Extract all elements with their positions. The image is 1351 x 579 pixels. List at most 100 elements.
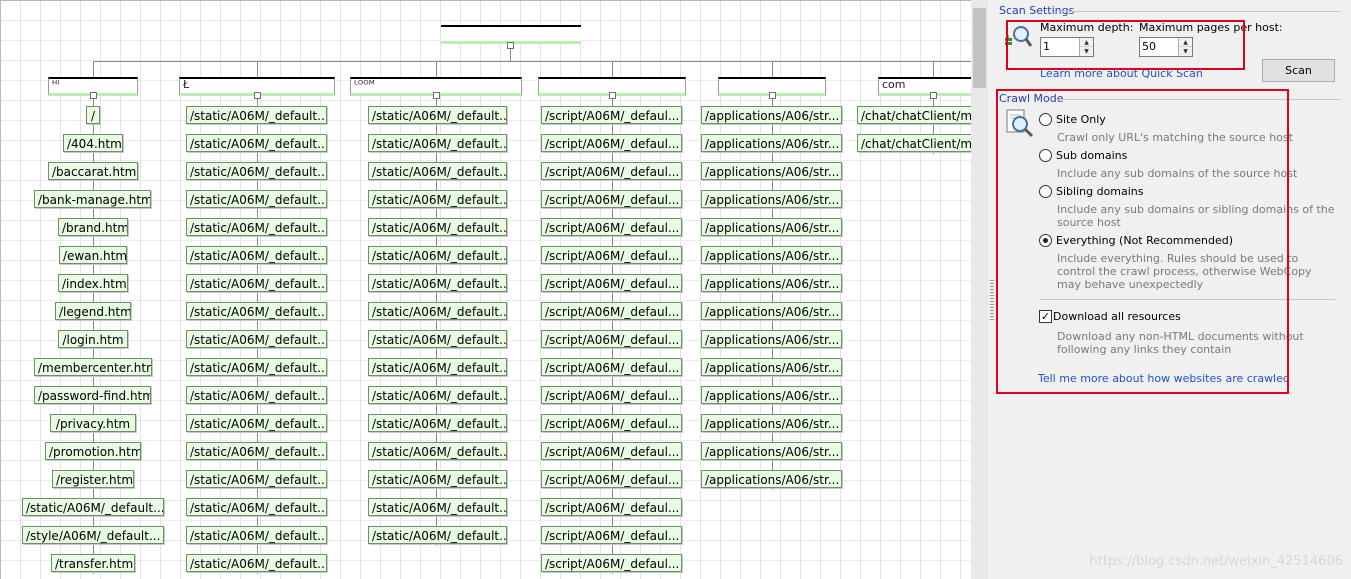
vertical-scrollbar[interactable] — [971, 0, 988, 579]
tree-leaf-node[interactable]: /applications/A06/str... — [701, 106, 842, 124]
column-connector — [93, 61, 94, 78]
tree-leaf-node[interactable]: /static/A06M/_default... — [186, 386, 327, 404]
tree-leaf-node[interactable]: /applications/A06/str... — [701, 358, 842, 376]
tree-leaf-node[interactable]: /script/A06M/_defaul... — [541, 442, 682, 460]
tree-leaf-node[interactable]: /static/A06M/_default... — [368, 442, 507, 460]
tree-leaf-node[interactable]: /404.htm — [63, 134, 123, 152]
tree-leaf-node[interactable]: /static/A06M/_default... — [186, 218, 327, 236]
branch-expand-knob[interactable] — [609, 92, 616, 99]
site-map-diagram[interactable]: ᴴᴵ //404.htm/baccarat.htm/bank-manage.htm… — [0, 0, 971, 579]
tree-leaf-node[interactable]: /static/A06M/_default... — [186, 274, 327, 292]
tree-leaf-node[interactable]: /style/A06M/_default... — [22, 526, 164, 544]
tree-leaf-node[interactable]: /static/A06M/_default... — [368, 386, 507, 404]
tree-leaf-node[interactable]: /applications/A06/str... — [701, 134, 842, 152]
tree-leaf-node[interactable]: /static/A06M/_default... — [186, 190, 327, 208]
tree-leaf-node[interactable]: /applications/A06/str... — [701, 414, 842, 432]
tree-leaf-node[interactable]: /static/A06M/_default... — [368, 414, 507, 432]
tree-leaf-node[interactable]: /ewan.htm — [59, 246, 127, 264]
tree-leaf-node[interactable]: /static/A06M/_default... — [186, 330, 327, 348]
tree-leaf-node[interactable]: /applications/A06/str... — [701, 218, 842, 236]
tree-leaf-node[interactable]: /login.htm — [58, 330, 128, 348]
scan-settings-divider — [1060, 11, 1340, 12]
tree-leaf-node[interactable]: /static/A06M/_default... — [186, 134, 327, 152]
tree-leaf-node[interactable]: /applications/A06/str... — [701, 386, 842, 404]
tree-leaf-node[interactable]: /static/A06M/_default... — [368, 246, 507, 264]
watermark-text: https://blog.csdn.net/weixin_42514606 — [1089, 554, 1343, 569]
tree-leaf-node[interactable]: /script/A06M/_defaul... — [541, 498, 682, 516]
tree-leaf-node[interactable]: /password-find.htm — [34, 386, 151, 404]
tree-leaf-node[interactable]: /chat/chatClient/mo — [857, 134, 971, 152]
tree-leaf-node[interactable]: /script/A06M/_defaul... — [541, 134, 682, 152]
tree-leaf-node[interactable]: /legend.htm — [55, 302, 131, 320]
tree-leaf-node[interactable]: /applications/A06/str... — [701, 330, 842, 348]
tree-leaf-node[interactable]: /script/A06M/_defaul... — [541, 470, 682, 488]
tree-leaf-node[interactable]: /script/A06M/_defaul... — [541, 414, 682, 432]
tree-leaf-node[interactable]: /script/A06M/_defaul... — [541, 106, 682, 124]
tree-leaf-node[interactable]: /membercenter.htm — [34, 358, 152, 376]
tree-leaf-node[interactable]: /script/A06M/_defaul... — [541, 218, 682, 236]
tree-leaf-node[interactable]: /static/A06M/_default... — [186, 246, 327, 264]
tree-leaf-node[interactable]: /static/A06M/_default... — [368, 526, 507, 544]
tree-leaf-node[interactable]: /static/A06M/_default... — [368, 162, 507, 180]
tree-leaf-node[interactable]: /static/A06M/_default... — [368, 358, 507, 376]
tree-leaf-node[interactable]: /script/A06M/_defaul... — [541, 554, 682, 572]
tree-leaf-node[interactable]: /applications/A06/str... — [701, 162, 842, 180]
tree-leaf-node[interactable]: /static/A06M/_default... — [186, 498, 327, 516]
tree-leaf-node[interactable]: /brand.htm — [58, 218, 128, 236]
tree-leaf-node[interactable]: /static/A06M/_default... — [186, 302, 327, 320]
tree-leaf-node[interactable]: /static/A06M/_default... — [368, 218, 507, 236]
tree-leaf-node[interactable]: /static/A06M/_default... — [186, 470, 327, 488]
tree-leaf-node[interactable]: /static/A06M/_default... — [368, 190, 507, 208]
tree-leaf-node[interactable]: /index.htm — [58, 274, 128, 292]
tree-leaf-node[interactable]: /script/A06M/_defaul... — [541, 358, 682, 376]
tree-leaf-node[interactable]: /applications/A06/str... — [701, 190, 842, 208]
tree-leaf-node[interactable]: /applications/A06/str... — [701, 246, 842, 264]
tree-leaf-node[interactable]: /static/A06M/_default... — [186, 358, 327, 376]
tree-leaf-node[interactable]: /transfer.htm — [51, 554, 135, 572]
tree-leaf-node[interactable]: /static/A06M/_default... — [368, 330, 507, 348]
tree-leaf-node[interactable]: /privacy.htm — [50, 414, 136, 432]
tree-leaf-node[interactable]: /static/A06M/_default... — [368, 498, 507, 516]
tree-leaf-node[interactable]: /applications/A06/str... — [701, 470, 842, 488]
tree-leaf-node[interactable]: /script/A06M/_defaul... — [541, 302, 682, 320]
tree-branch-node[interactable]: com — [878, 77, 971, 96]
tree-leaf-node[interactable]: /static/A06M/_default... — [22, 498, 164, 516]
root-expand-knob[interactable] — [507, 42, 514, 49]
tree-leaf-node[interactable]: /script/A06M/_defaul... — [541, 330, 682, 348]
tree-leaf-node[interactable]: /script/A06M/_defaul... — [541, 162, 682, 180]
tree-leaf-node[interactable]: /static/A06M/_default... — [368, 106, 507, 124]
tree-leaf-node[interactable]: /bank-manage.htm — [34, 190, 151, 208]
tree-leaf-node[interactable]: /script/A06M/_defaul... — [541, 246, 682, 264]
tree-leaf-node[interactable]: /chat/chatClient/mo — [857, 106, 971, 124]
tree-leaf-node[interactable]: /script/A06M/_defaul... — [541, 274, 682, 292]
tree-leaf-node[interactable]: /script/A06M/_defaul... — [541, 386, 682, 404]
tree-leaf-node[interactable]: /static/A06M/_default... — [368, 134, 507, 152]
tree-leaf-node[interactable]: /static/A06M/_default... — [186, 554, 327, 572]
tree-leaf-node[interactable]: /static/A06M/_default... — [186, 442, 327, 460]
tree-leaf-node[interactable]: /static/A06M/_default... — [186, 162, 327, 180]
tree-leaf-node[interactable]: /applications/A06/str... — [701, 274, 842, 292]
tree-leaf-node[interactable]: /static/A06M/_default... — [368, 302, 507, 320]
tree-leaf-node[interactable]: /static/A06M/_default... — [368, 470, 507, 488]
tree-leaf-node[interactable]: /script/A06M/_defaul... — [541, 190, 682, 208]
tree-leaf-node[interactable]: /applications/A06/str... — [701, 442, 842, 460]
tree-leaf-node[interactable]: /static/A06M/_default... — [186, 414, 327, 432]
splitter-grip[interactable] — [990, 280, 994, 320]
branch-expand-knob[interactable] — [254, 92, 261, 99]
tree-leaf-node[interactable]: /promotion.htm — [45, 442, 141, 460]
tree-leaf-node[interactable]: /script/A06M/_defaul... — [541, 526, 682, 544]
column-connector — [436, 61, 437, 78]
branch-expand-knob[interactable] — [433, 92, 440, 99]
tree-leaf-node[interactable]: /static/A06M/_default... — [186, 106, 327, 124]
tree-leaf-node[interactable]: / — [86, 106, 100, 124]
tree-leaf-node[interactable]: /static/A06M/_default... — [186, 526, 327, 544]
branch-expand-knob[interactable] — [769, 92, 776, 99]
scrollbar-thumb[interactable] — [973, 8, 986, 88]
tree-leaf-node[interactable]: /register.htm — [52, 470, 134, 488]
branch-expand-knob[interactable] — [90, 92, 97, 99]
tree-leaf-node[interactable]: /applications/A06/str... — [701, 302, 842, 320]
branch-expand-knob[interactable] — [930, 92, 937, 99]
tree-leaf-node[interactable]: /baccarat.htm — [48, 162, 138, 180]
scan-button[interactable]: Scan — [1262, 59, 1335, 82]
tree-leaf-node[interactable]: /static/A06M/_default... — [368, 274, 507, 292]
